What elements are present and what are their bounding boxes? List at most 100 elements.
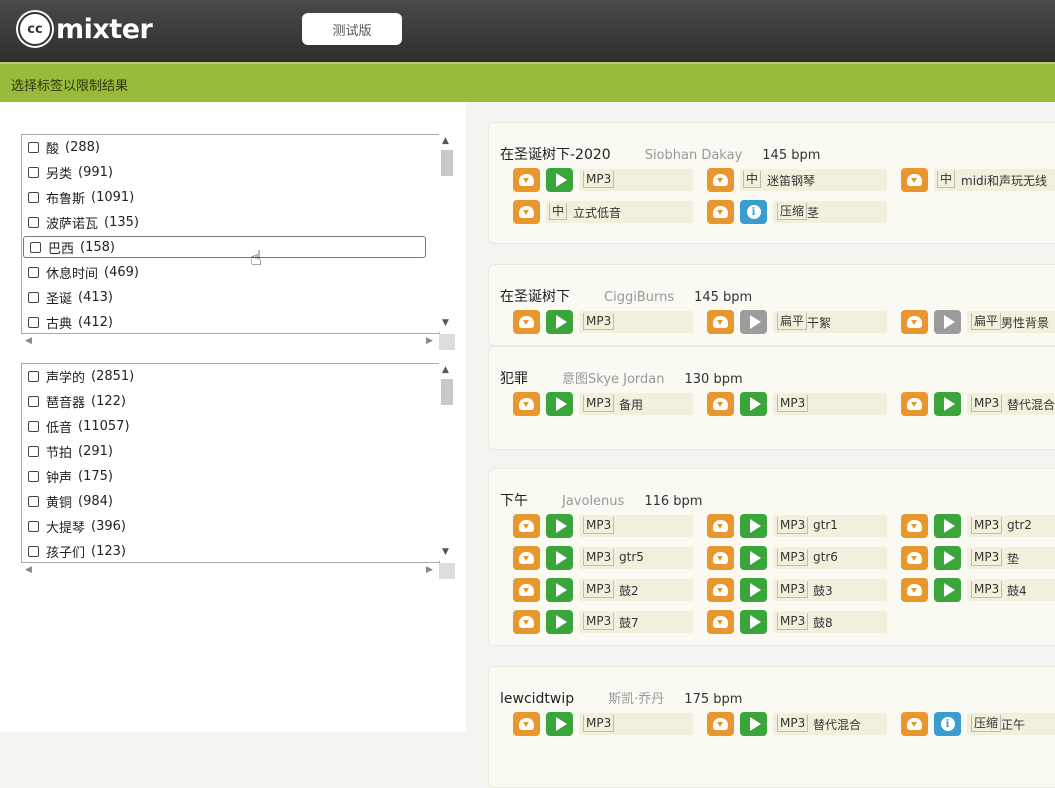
download-cloud-icon[interactable] [707,310,734,334]
file-label[interactable]: gtr5 [619,550,644,564]
track-artist[interactable]: 意图Skye Jordan [562,368,665,387]
file-label[interactable]: gtr6 [813,550,838,564]
play-icon[interactable] [546,546,573,570]
file-format-tag[interactable]: MP3 [971,581,1003,598]
file-format-tag[interactable]: MP3 [583,395,615,412]
file-label[interactable]: gtr2 [1007,518,1032,532]
download-cloud-icon[interactable] [901,392,928,416]
download-cloud-icon[interactable] [901,546,928,570]
file-format-tag[interactable]: 中 [743,171,762,188]
file-label[interactable]: 替代混合 [813,716,861,733]
download-cloud-icon[interactable] [901,712,928,736]
file-label[interactable]: 备用 [619,396,643,413]
file-format-tag[interactable]: MP3 [583,517,615,534]
tag-option[interactable]: 黄铜 (984) [22,489,439,514]
scroll-right-arrow-icon[interactable]: ▶ [426,565,433,575]
play-icon[interactable] [546,610,573,634]
play-icon[interactable] [934,514,961,538]
file-label[interactable]: 鼓4 [1007,582,1027,599]
tag-checkbox[interactable] [28,292,39,303]
play-icon[interactable] [740,712,767,736]
download-cloud-icon[interactable] [901,310,928,334]
play-icon[interactable] [934,310,961,334]
tag-checkbox[interactable] [28,446,39,457]
play-icon[interactable] [546,514,573,538]
play-icon[interactable] [934,578,961,602]
tag-option[interactable]: 布鲁斯 (1091) [22,185,439,210]
download-cloud-icon[interactable] [513,200,540,224]
tag-option[interactable]: 古典 (412) [22,310,439,333]
download-cloud-icon[interactable] [707,610,734,634]
download-cloud-icon[interactable] [707,514,734,538]
file-format-tag[interactable]: MP3 [777,517,809,534]
download-cloud-icon[interactable] [513,610,540,634]
file-label[interactable]: 鼓3 [813,582,833,599]
play-icon[interactable] [740,392,767,416]
download-cloud-icon[interactable] [707,712,734,736]
scroll-thumb[interactable] [441,379,453,405]
beta-button[interactable]: 测试版 [302,13,402,45]
tag-listbox-instrument-hscroll[interactable]: ◀ ▶ [21,563,438,579]
file-format-tag[interactable]: MP3 [583,581,615,598]
file-format-tag[interactable]: 扁平 [777,313,808,330]
track-title[interactable]: 犯罪 [500,368,528,388]
scroll-up-arrow-icon[interactable]: ▲ [442,136,449,146]
download-cloud-icon[interactable] [513,168,540,192]
tag-option[interactable]: 酸 (288) [22,135,439,160]
tag-option[interactable]: 波萨诺瓦 (135) [22,210,439,235]
scroll-right-arrow-icon[interactable]: ▶ [426,336,433,346]
file-label[interactable]: 鼓7 [619,614,639,631]
tag-option[interactable]: 休息时间 (469) [22,260,439,285]
file-format-tag[interactable]: MP3 [971,549,1003,566]
play-icon[interactable] [740,310,767,334]
ccmixter-logo[interactable]: cc mixter [18,12,153,46]
tag-option[interactable]: 钟声 (175) [22,464,439,489]
file-label[interactable]: 垫 [1007,550,1019,567]
tag-checkbox[interactable] [28,267,39,278]
download-cloud-icon[interactable] [901,168,928,192]
download-cloud-icon[interactable] [513,578,540,602]
file-label[interactable]: 茎 [807,204,819,221]
tag-checkbox[interactable] [28,396,39,407]
scroll-thumb[interactable] [441,150,453,176]
download-cloud-icon[interactable] [513,310,540,334]
play-icon[interactable] [934,546,961,570]
file-format-tag[interactable]: MP3 [583,613,615,630]
file-format-tag[interactable]: 中 [549,203,568,220]
track-artist[interactable]: Javolenus [562,494,624,509]
tag-checkbox[interactable] [28,217,39,228]
file-format-tag[interactable]: MP3 [777,613,809,630]
tag-option[interactable]: 声学的 (2851) [22,364,439,389]
file-format-tag[interactable]: MP3 [583,171,615,188]
file-format-tag[interactable]: MP3 [583,715,615,732]
tag-option[interactable]: 节拍 (291) [22,439,439,464]
tag-listbox-instrument[interactable]: 声学的 (2851) 琶音器 (122) 低音 (11057) 节拍 (291) 钟声 (175)… [21,363,440,563]
file-format-tag[interactable]: MP3 [777,715,809,732]
play-icon[interactable] [740,578,767,602]
file-label[interactable]: 鼓2 [619,582,639,599]
file-label[interactable]: 迷笛钢琴 [767,172,815,189]
download-cloud-icon[interactable] [901,514,928,538]
scroll-left-arrow-icon[interactable]: ◀ [25,336,32,346]
download-cloud-icon[interactable] [707,546,734,570]
play-icon[interactable] [546,310,573,334]
track-title[interactable]: lewcidtwip [500,691,574,707]
scroll-down-arrow-icon[interactable]: ▼ [442,318,449,328]
download-cloud-icon[interactable] [707,168,734,192]
download-cloud-icon[interactable] [513,392,540,416]
tag-checkbox[interactable] [28,421,39,432]
play-icon[interactable] [740,514,767,538]
scroll-down-arrow-icon[interactable]: ▼ [442,547,449,557]
play-icon[interactable] [740,610,767,634]
tag-checkbox[interactable] [28,317,39,328]
tag-listbox-genre-vscroll[interactable]: ▲ ▼ [439,134,455,332]
tag-option[interactable]: 巴西 (158) [23,236,426,258]
file-label[interactable]: 鼓8 [813,614,833,631]
tag-option[interactable]: 另类 (991) [22,160,439,185]
file-label[interactable]: 干絮 [807,314,831,331]
tag-checkbox[interactable] [28,142,39,153]
file-format-tag[interactable]: MP3 [583,313,615,330]
file-label[interactable]: 立式低音 [573,204,621,221]
download-cloud-icon[interactable] [707,200,734,224]
scroll-left-arrow-icon[interactable]: ◀ [25,565,32,575]
